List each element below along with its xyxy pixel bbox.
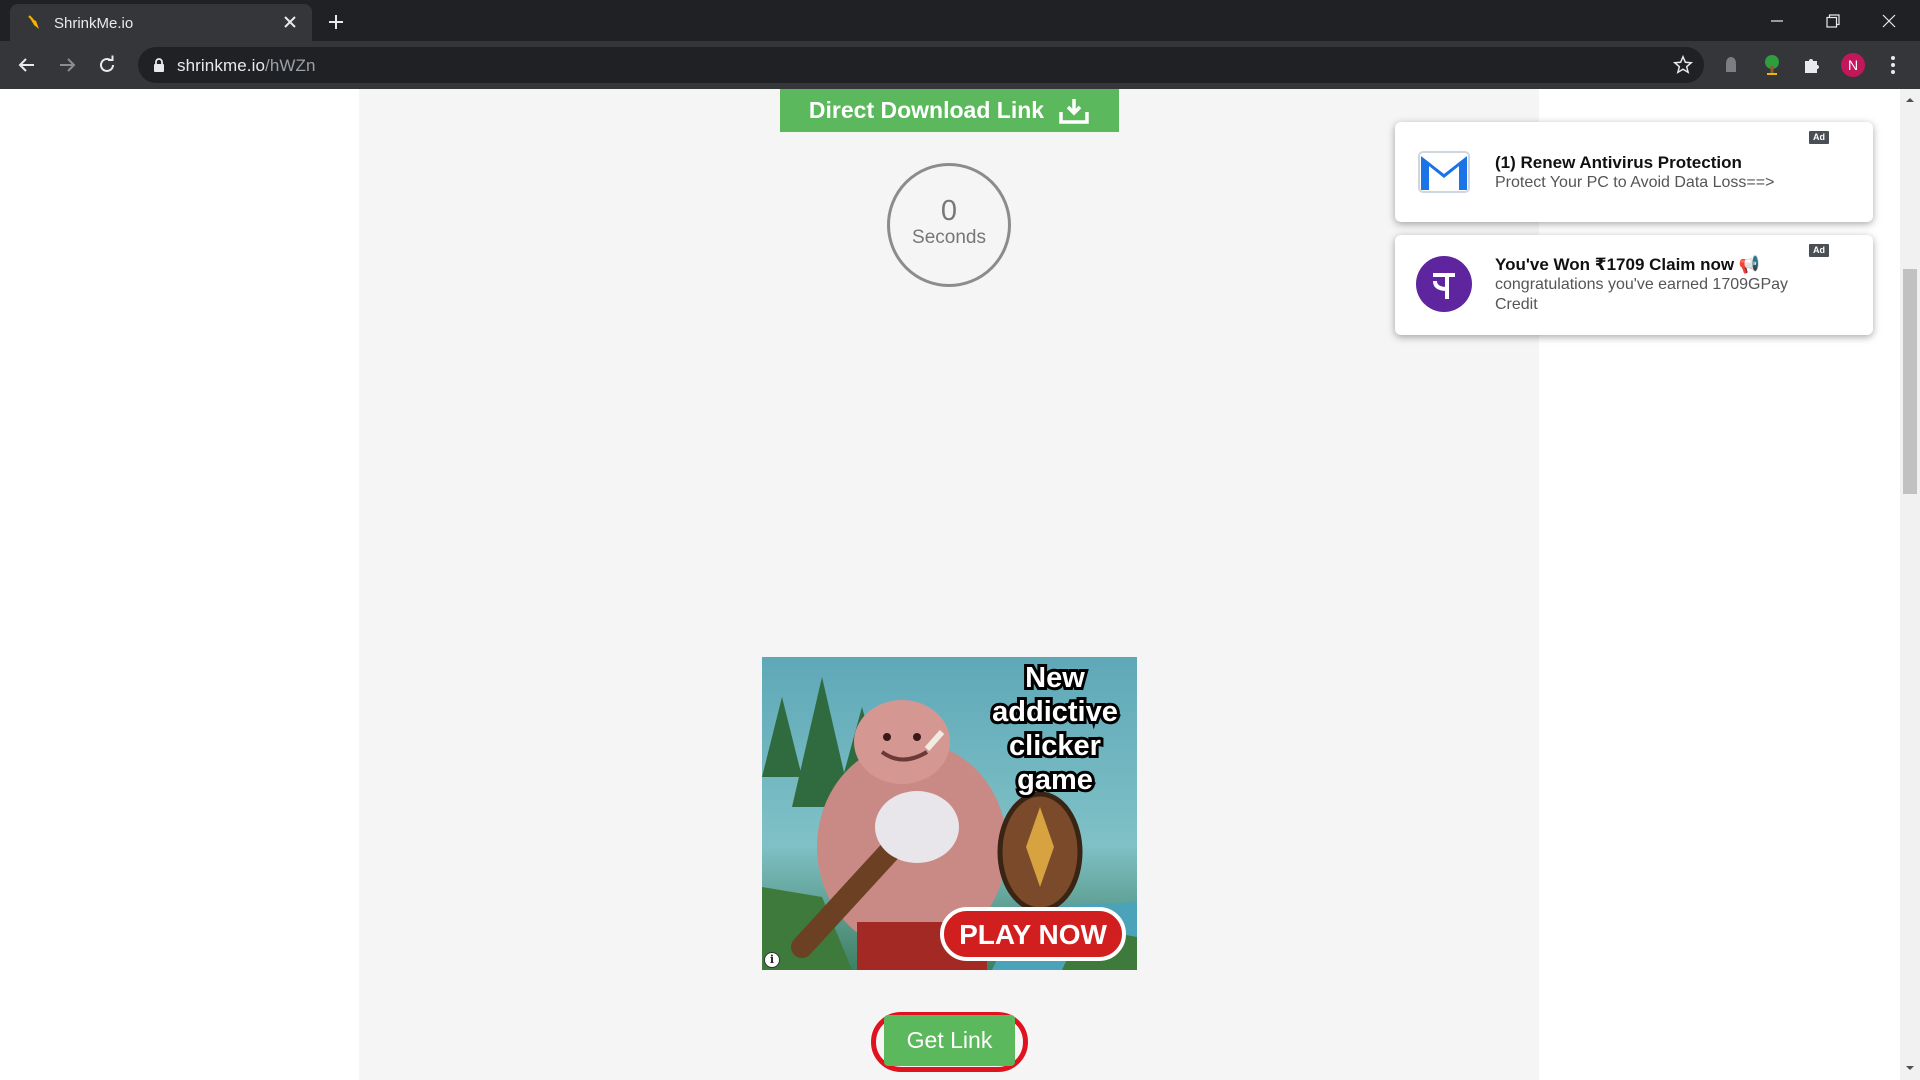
phonepe-icon: [1416, 256, 1472, 312]
restore-button[interactable]: [1805, 0, 1861, 41]
url-path: /hWZn: [265, 56, 316, 75]
ad-badge: Ad: [1809, 244, 1829, 257]
extension-ghost-icon: [1726, 57, 1736, 72]
page-scrollbar[interactable]: [1900, 89, 1920, 1080]
extension-tree-icon: [1765, 55, 1779, 75]
reload-icon: [100, 55, 114, 72]
forward-arrow-icon: [60, 58, 76, 72]
extensions-menu-button[interactable]: [1799, 52, 1825, 78]
minimize-icon: [1771, 19, 1783, 22]
page-viewport: Direct Download Link 0 Seconds New addic…: [0, 89, 1900, 1080]
forward-button[interactable]: [52, 50, 82, 80]
address-bar[interactable]: shrinkme.io/hWZn: [138, 47, 1704, 83]
scroll-down-icon[interactable]: [1905, 1063, 1915, 1073]
url-text: shrinkme.io/hWZn: [177, 56, 316, 76]
bookmark-star-icon[interactable]: [1672, 54, 1694, 76]
shrinkme-favicon-icon: [28, 15, 39, 29]
new-tab-icon[interactable]: [324, 10, 348, 34]
notification-body: congratulations you've earned 1709GPay C…: [1495, 276, 1789, 313]
reload-button[interactable]: [92, 50, 122, 80]
browser-titlebar: ShrinkMe.io: [0, 0, 1920, 41]
ad-headline-line-1: New: [1025, 662, 1085, 694]
more-vertical-icon: [1891, 56, 1895, 74]
game-ad-banner[interactable]: New addictive clicker game PLAY NOW i: [762, 657, 1137, 970]
notification-title: You've Won ₹1709 Claim now 📢: [1495, 255, 1761, 274]
notification-title: (1) Renew Antivirus Protection: [1495, 153, 1742, 172]
lock-icon[interactable]: [152, 57, 166, 73]
scroll-thumb[interactable]: [1903, 269, 1917, 494]
restore-icon: [1826, 13, 1840, 28]
timer-value: 0: [940, 195, 958, 227]
direct-download-label: Direct Download Link: [808, 97, 1045, 123]
puzzle-icon: [1805, 59, 1819, 73]
play-now-label: PLAY NOW: [959, 919, 1107, 950]
minimize-button[interactable]: [1749, 0, 1805, 41]
url-host: shrinkme.io: [177, 56, 266, 75]
notification-prize[interactable]: You've Won ₹1709 Claim now 📢 congratulat…: [1395, 235, 1873, 335]
ad-headline-line-2: addictive: [992, 696, 1118, 728]
ad-headline-line-4: game: [1017, 764, 1093, 796]
ad-badge: Ad: [1809, 131, 1829, 144]
tab-title: ShrinkMe.io: [54, 15, 134, 32]
back-button[interactable]: [12, 50, 42, 80]
ad-headline-line-3: clicker: [1009, 730, 1101, 762]
close-icon: [1882, 14, 1896, 27]
countdown-timer: 0 Seconds: [887, 163, 1011, 287]
browser-tab[interactable]: ShrinkMe.io: [10, 4, 312, 41]
game-ad-artwork: New addictive clicker game PLAY NOW: [762, 657, 1137, 970]
profile-avatar[interactable]: N: [1841, 53, 1865, 77]
extension-button-1[interactable]: [1718, 52, 1744, 78]
ad-info-icon[interactable]: i: [764, 952, 780, 968]
get-link-button[interactable]: Get Link: [884, 1015, 1015, 1066]
mail-icon: [1418, 151, 1470, 193]
scroll-up-icon[interactable]: [1905, 95, 1915, 105]
close-tab-icon[interactable]: [280, 12, 300, 32]
direct-download-button[interactable]: Direct Download Link: [780, 89, 1119, 132]
notification-antivirus[interactable]: (1) Renew Antivirus Protection Protect Y…: [1395, 122, 1873, 222]
browser-menu-button[interactable]: [1880, 52, 1906, 78]
timer-label: Seconds: [912, 227, 986, 248]
close-window-button[interactable]: [1861, 0, 1917, 41]
download-icon: [1059, 98, 1089, 124]
extension-button-2[interactable]: [1759, 52, 1785, 78]
back-arrow-icon: [18, 58, 34, 72]
notification-body: Protect Your PC to Avoid Data Loss==>: [1495, 174, 1775, 191]
browser-toolbar: shrinkme.io/hWZn N: [0, 41, 1920, 89]
